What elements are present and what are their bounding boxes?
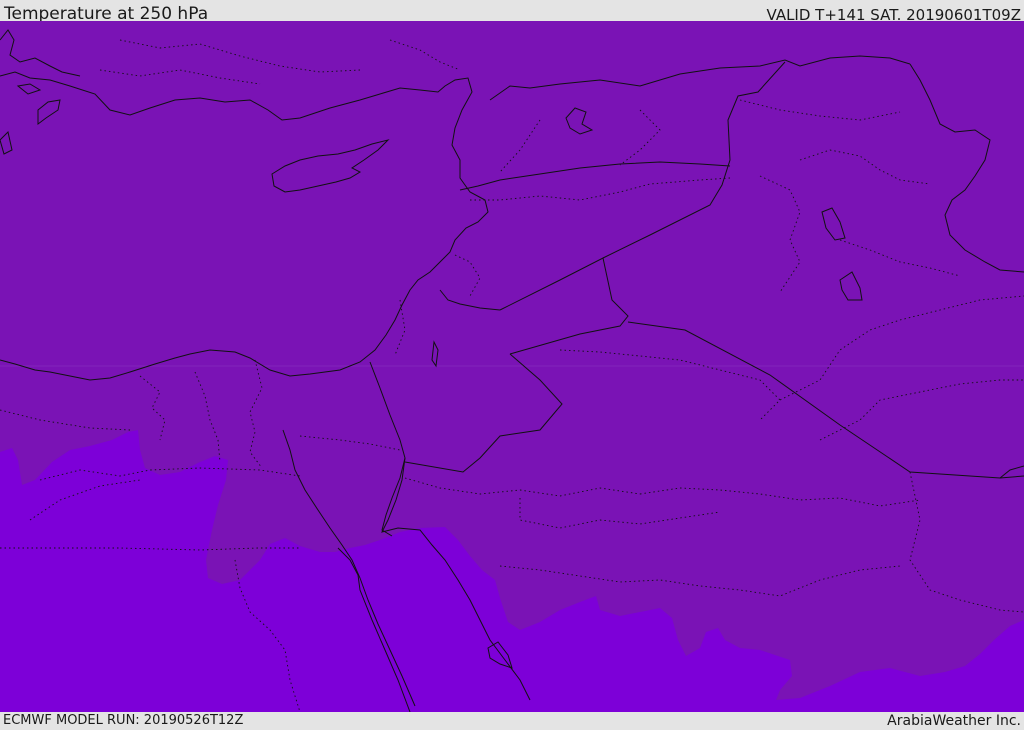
- credit-label: ArabiaWeather Inc.: [887, 713, 1021, 729]
- model-run-label: ECMWF MODEL RUN: 20190526T12Z: [3, 713, 244, 728]
- map-svg: [0, 21, 1024, 712]
- map-area: [0, 21, 1024, 712]
